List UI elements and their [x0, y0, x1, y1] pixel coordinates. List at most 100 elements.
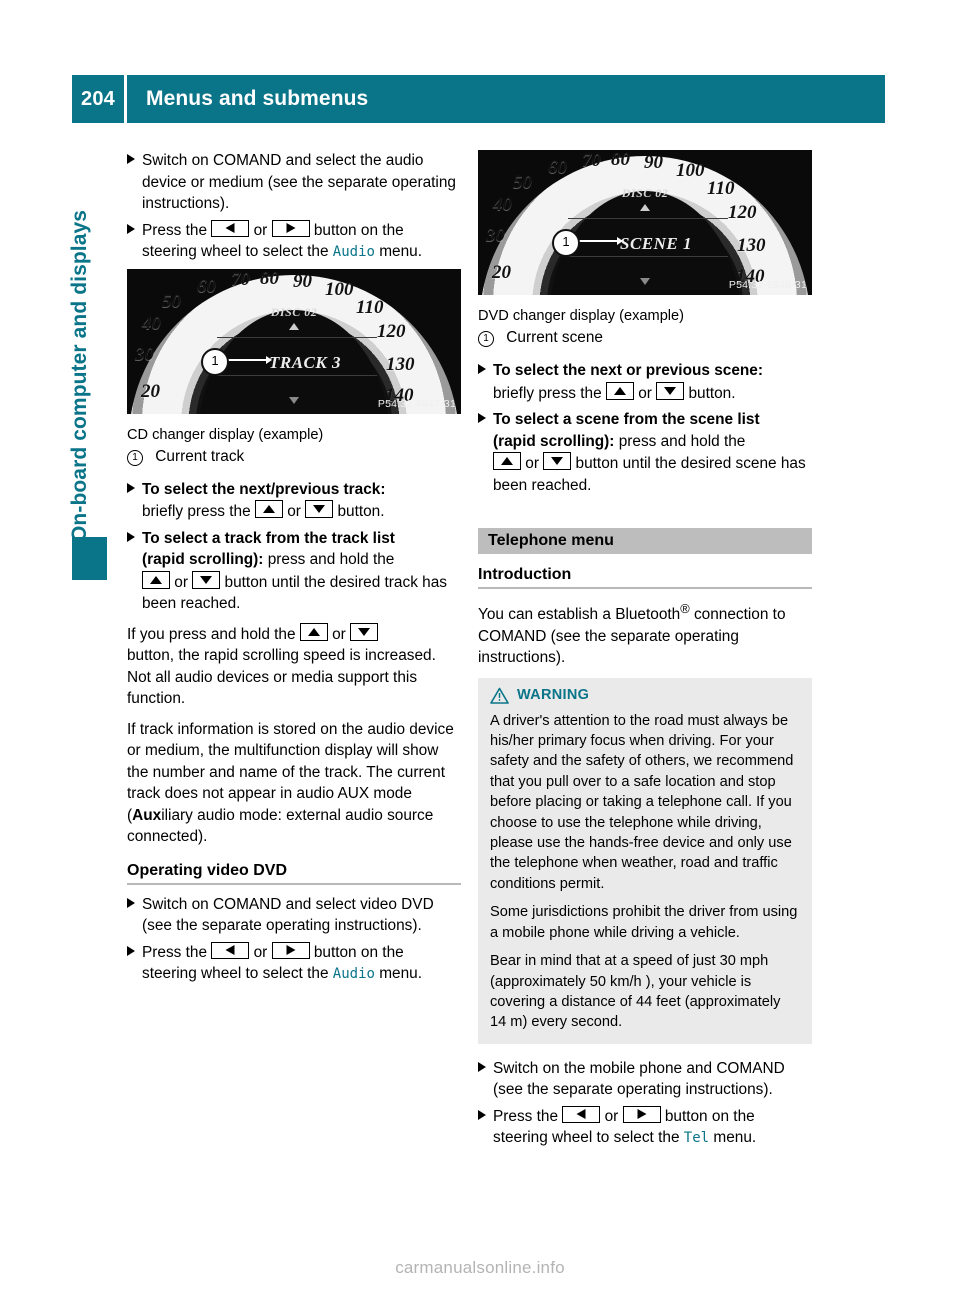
speed-tick-130: 130: [386, 353, 415, 375]
step-press-steering-audio-dvd: Press the or button on the steering whee…: [127, 941, 461, 986]
section-banner-telephone-menu: Telephone menu: [478, 528, 812, 554]
or-label: or: [253, 221, 268, 239]
side-tab-label: On-board computer and displays: [68, 209, 91, 542]
menu-name-tel: Tel: [683, 1130, 710, 1147]
speed-tick-120: 120: [377, 320, 406, 342]
step-select-track-from-list: To select a track from the track list (r…: [127, 528, 461, 615]
figure-dvd-changer-display: 20 30 40 50 60 70 80 90 100 110 120 130 …: [478, 150, 812, 295]
left-arrow-button-icon: [211, 219, 250, 237]
speed-tick-90: 90: [644, 152, 663, 173]
menu-word: menu.: [713, 1129, 757, 1147]
legend-callout-number: 1: [127, 449, 143, 466]
step-text: Switch on COMAND and select video DVD (s…: [142, 895, 434, 935]
step-bold-heading: To select the next/previous track:: [142, 480, 386, 498]
warning-paragraph: A driver's attention to the road must al…: [490, 712, 794, 892]
step-arrow-icon: [127, 531, 135, 542]
current-scene-label: SCENE 1: [620, 234, 692, 253]
right-column: 20 30 40 50 60 70 80 90 100 110 120 130 …: [478, 150, 812, 1155]
or-label: or: [332, 625, 346, 643]
step-rest-label: button until the desired track has been …: [142, 573, 447, 613]
step-select-scene-from-list: To select a scene from the scene list (r…: [478, 409, 812, 496]
step-press-steering-tel: Press the or button on the steering whee…: [478, 1105, 812, 1150]
intro-part-a: You can establish a Bluetooth: [478, 606, 681, 624]
scroll-up-caret-icon: [289, 322, 299, 330]
step-arrow-icon: [127, 223, 135, 234]
page-number: 204: [81, 87, 115, 110]
speed-tick-110: 110: [356, 296, 384, 318]
warning-title: WARNING: [517, 687, 590, 704]
disc-label: DISC 02: [621, 186, 669, 200]
step-bold-heading: To select the next or previous scene:: [493, 362, 763, 379]
side-tab-marker: [72, 537, 107, 580]
speed-tick-100: 100: [676, 160, 705, 181]
legend-callout-number: 1: [478, 331, 494, 347]
warning-box: WARNING A driver's attention to the road…: [478, 677, 812, 1044]
down-arrow-button-icon: [543, 452, 572, 470]
or-label: or: [604, 1107, 619, 1125]
step-arrow-icon: [478, 1109, 486, 1120]
speed-tick-30: 30: [486, 225, 505, 246]
speed-tick-70: 70: [231, 268, 250, 290]
or-label: or: [287, 503, 301, 520]
step-switch-comand-video-dvd: Switch on COMAND and select video DVD (s…: [127, 894, 461, 937]
figure-legend-dvd: 1 Current scene: [478, 327, 812, 348]
menu-name-audio: Audio: [332, 244, 375, 260]
disc-label: DISC 02: [270, 304, 318, 319]
or-label: or: [638, 384, 652, 402]
speed-tick-20: 20: [141, 380, 160, 402]
menu-word: menu.: [379, 243, 423, 260]
para-prefix: If you press and hold the: [127, 625, 296, 643]
up-arrow-button-icon: [299, 622, 328, 641]
warning-header: WARNING: [490, 687, 800, 704]
footer-watermark: carmanualsonline.info: [395, 1258, 565, 1277]
step-arrow-icon: [127, 897, 135, 908]
button-word: button.: [337, 503, 385, 520]
speed-tick-60: 60: [548, 157, 567, 178]
step-arrow-icon: [127, 154, 135, 164]
press-the-label: Press the: [142, 221, 208, 239]
subheading-rule: [127, 882, 461, 885]
step-next-previous-scene: To select the next or previous scene: br…: [478, 360, 812, 404]
para-rapid-scrolling-speed: If you press and hold the or button, the…: [127, 622, 461, 710]
step-press-steering-audio: Press the or button on the steering whee…: [127, 219, 461, 264]
speed-tick-130: 130: [737, 235, 766, 256]
down-arrow-button-icon: [350, 622, 379, 641]
speed-tick-90: 90: [293, 270, 312, 292]
step-arrow-icon: [478, 1061, 486, 1072]
step-bold-heading-line1: To select a track from the track list: [142, 529, 395, 547]
left-column: Switch on COMAND and select the audio de…: [127, 150, 461, 991]
side-tab: On-board computer and displays: [0, 0, 107, 1302]
warning-triangle-icon: [490, 687, 509, 704]
or-label: or: [525, 455, 539, 472]
scroll-down-caret-icon: [640, 278, 650, 285]
speed-tick-30: 30: [135, 343, 154, 365]
figure-cd-changer-display: 20 30 40 50 60 70 80 90 100 110 120 130 …: [127, 268, 461, 414]
para-track-information: If track information is stored on the au…: [127, 719, 461, 848]
step-text: Switch on the mobile phone and COMAND (s…: [493, 1059, 785, 1099]
step-arrow-icon: [127, 945, 135, 956]
speed-tick-70: 70: [582, 150, 601, 171]
speed-tick-80: 80: [611, 150, 630, 170]
subheading-operating-video-dvd: Operating video DVD: [127, 861, 288, 879]
callout-leader-line: [225, 355, 272, 364]
button-word: button.: [688, 384, 736, 402]
briefly-press-label: briefly press the: [493, 384, 602, 402]
speed-tick-50: 50: [162, 290, 181, 312]
step-arrow-icon: [478, 364, 486, 374]
down-arrow-button-icon: [192, 570, 221, 589]
callout-leader-line: [576, 237, 623, 245]
press-hold-label: press and hold the: [618, 432, 746, 450]
right-arrow-button-icon: [271, 941, 310, 959]
speed-tick-20: 20: [492, 262, 511, 283]
step-rest-label: button until the desired scene has been …: [493, 455, 806, 494]
subheading-rule: [478, 587, 812, 589]
up-arrow-button-icon: [142, 570, 170, 589]
legend-label: Current scene: [506, 329, 603, 346]
or-label: or: [253, 943, 268, 961]
step-switch-comand-audio: Switch on COMAND and select the audio de…: [127, 150, 461, 215]
left-arrow-button-icon: [562, 1105, 601, 1123]
figure-callout-1: 1: [552, 229, 580, 257]
down-arrow-button-icon: [656, 381, 685, 400]
speed-tick-120: 120: [728, 202, 757, 223]
scroll-up-caret-icon: [640, 204, 650, 211]
